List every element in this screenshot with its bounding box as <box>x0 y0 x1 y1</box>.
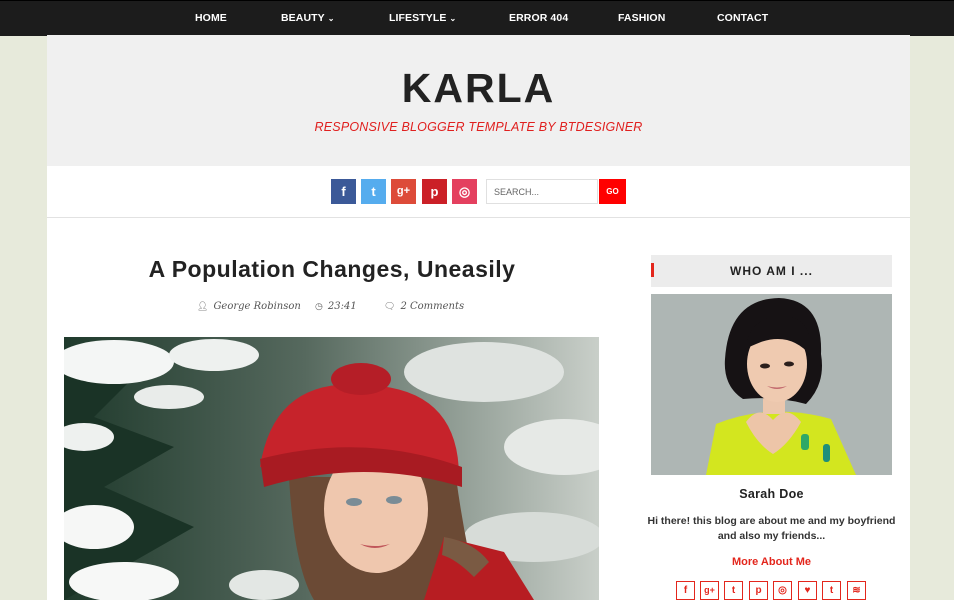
page-container: KARLA RESPONSIVE BLOGGER TEMPLATE BY BTD… <box>47 35 910 600</box>
nav-item-label: BEAUTY <box>281 12 325 24</box>
chevron-down-icon: ⌄ <box>327 14 335 23</box>
chevron-down-icon: ⌄ <box>449 14 457 23</box>
more-about-me-link[interactable]: More About Me <box>651 556 892 568</box>
profile-bio: Hi there! this blog are about me and my … <box>647 515 896 542</box>
nav-item-label: LIFESTYLE <box>389 12 447 24</box>
twitter-icon[interactable]: t <box>724 581 743 600</box>
nav-item-label: HOME <box>195 12 227 24</box>
facebook-icon[interactable]: f <box>331 179 356 204</box>
google-plus-icon[interactable]: g+ <box>391 179 416 204</box>
clock-icon: ◷ <box>315 302 323 312</box>
post-featured-image[interactable] <box>64 337 599 600</box>
instagram-icon[interactable]: ◎ <box>452 179 477 204</box>
nav-item-label: CONTACT <box>717 12 769 24</box>
widget-title: WHO AM I ... <box>730 264 813 278</box>
instagram-icon[interactable]: ◎ <box>773 581 792 600</box>
nav-item-label: FASHION <box>618 12 666 24</box>
site-title[interactable]: KARLA <box>47 65 910 112</box>
profile-name: Sarah Doe <box>739 487 804 501</box>
twitter-icon[interactable]: t <box>361 179 386 204</box>
post-comments-count: 2 Comments <box>400 301 465 312</box>
search-input[interactable] <box>486 179 598 204</box>
nav-item-label: ERROR 404 <box>509 12 569 24</box>
google-plus-icon[interactable]: g+ <box>700 581 719 600</box>
pinterest-icon[interactable]: p <box>749 581 768 600</box>
post-author-name: George Robinson <box>213 301 301 312</box>
nav-item-home[interactable]: HOME <box>195 1 227 36</box>
rss-icon[interactable]: ≋ <box>847 581 866 600</box>
post-time: ◷ 23:41 <box>315 301 357 312</box>
nav-item-contact[interactable]: CONTACT <box>717 1 768 36</box>
site-tagline: RESPONSIVE BLOGGER TEMPLATE BY BTDESIGNE… <box>314 120 643 134</box>
post-comments[interactable]: 🗨︎ 2 Comments <box>384 301 464 312</box>
nav-item-fashion[interactable]: FASHION <box>618 1 665 36</box>
user-icon: 👤︎ <box>197 302 209 312</box>
post-author[interactable]: 👤︎ George Robinson <box>197 301 301 312</box>
top-navigation: HOME BEAUTY ⌄ LIFESTYLE ⌄ ERROR 404 FASHIO… <box>0 0 954 36</box>
tumblr-icon[interactable]: t <box>822 581 841 600</box>
heart-icon[interactable]: ♥ <box>798 581 817 600</box>
facebook-icon[interactable]: f <box>676 581 695 600</box>
nav-item-lifestyle[interactable]: LIFESTYLE ⌄ <box>389 1 456 36</box>
pinterest-icon[interactable]: p <box>422 179 447 204</box>
nav-item-error-404[interactable]: ERROR 404 <box>509 1 568 36</box>
widget-header: WHO AM I ... <box>651 255 892 287</box>
post-title[interactable]: A Population Changes, Uneasily <box>64 256 600 283</box>
social-search-bar: f t g+ p ◎ GO <box>47 166 910 218</box>
nav-item-beauty[interactable]: BEAUTY ⌄ <box>281 1 335 36</box>
site-header: KARLA RESPONSIVE BLOGGER TEMPLATE BY BTD… <box>47 35 910 166</box>
profile-image <box>651 294 892 475</box>
post-time-value: 23:41 <box>327 301 357 312</box>
comments-icon: 🗨︎ <box>384 302 396 312</box>
search-go-button[interactable]: GO <box>599 179 626 204</box>
